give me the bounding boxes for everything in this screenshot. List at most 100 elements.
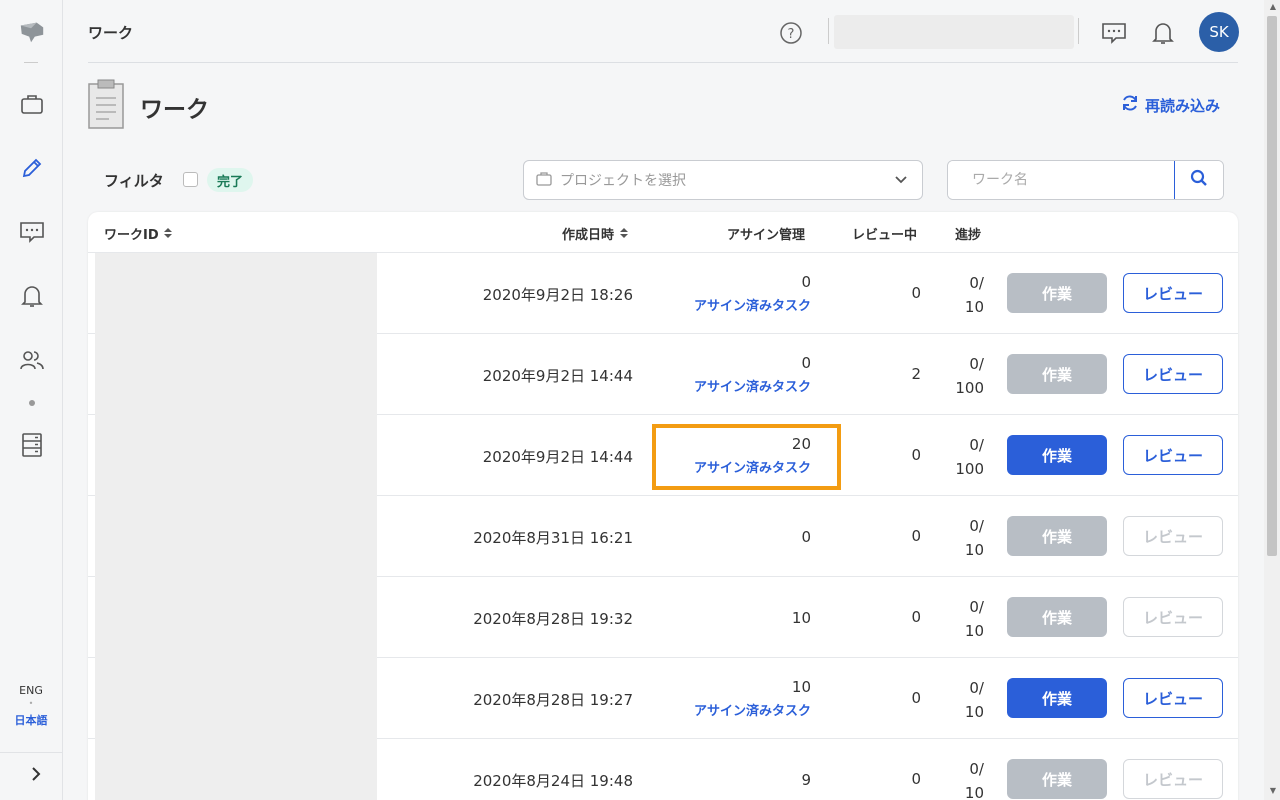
review-button[interactable]: レビュー bbox=[1123, 354, 1223, 394]
assign-count: 10 bbox=[791, 609, 811, 627]
work-button[interactable]: 作業 bbox=[1007, 597, 1107, 637]
reload-label: 再読み込み bbox=[1145, 96, 1221, 115]
notification-bell-icon[interactable] bbox=[1150, 20, 1176, 46]
assigned-tasks-link[interactable]: アサイン済みタスク bbox=[648, 700, 811, 719]
pencil-icon[interactable] bbox=[18, 154, 46, 182]
help-icon[interactable]: ? bbox=[778, 20, 804, 46]
progress-done: 0/ bbox=[969, 517, 984, 535]
assign-count: 9 bbox=[801, 771, 811, 789]
created-date: 2020年9月2日 14:44 bbox=[482, 367, 633, 385]
top-bar: ワーク ? SK bbox=[88, 0, 1239, 63]
chat-icon[interactable] bbox=[18, 218, 46, 246]
table-row: 2020年8月28日 19:27 10 アサイン済みタスク 0 0/10 作業 レビュー bbox=[88, 658, 1238, 739]
progress-done: 0/ bbox=[969, 679, 984, 697]
work-button[interactable]: 作業 bbox=[1007, 354, 1107, 394]
assign-cell: 0 bbox=[648, 527, 811, 546]
work-button[interactable]: 作業 bbox=[1007, 435, 1107, 475]
top-separator bbox=[828, 18, 829, 44]
progress-done: 0/ bbox=[969, 436, 984, 454]
scroll-up-icon[interactable]: ▲ bbox=[1270, 2, 1276, 11]
table-row: 2020年8月31日 16:21 0 0 0/10 作業 レビュー bbox=[88, 496, 1238, 577]
message-icon[interactable] bbox=[1101, 20, 1127, 46]
top-separator bbox=[1078, 18, 1079, 44]
table-row: 2020年9月2日 18:26 0 アサイン済みタスク 0 0/10 作業 レビュー bbox=[88, 253, 1238, 334]
in-review-count: 0 bbox=[911, 446, 921, 464]
lang-japanese[interactable]: 日本語 bbox=[0, 712, 62, 728]
project-name-placeholder bbox=[834, 15, 1074, 49]
completed-badge[interactable]: 完了 bbox=[207, 168, 254, 192]
assigned-tasks-link[interactable]: アサイン済みタスク bbox=[648, 295, 811, 314]
assigned-tasks-link[interactable]: アサイン済みタスク bbox=[648, 376, 811, 395]
work-id-cell[interactable] bbox=[95, 658, 377, 739]
progress-cell: 0/10 bbox=[948, 676, 984, 724]
users-icon[interactable] bbox=[18, 346, 46, 374]
work-id-cell[interactable] bbox=[95, 253, 377, 334]
work-button[interactable]: 作業 bbox=[1007, 273, 1107, 313]
work-name-input[interactable] bbox=[948, 161, 1175, 199]
table-row: 2020年8月24日 19:48 9 0 0/10 作業 レビュー bbox=[88, 739, 1238, 800]
expand-sidebar-icon[interactable] bbox=[30, 766, 42, 787]
project-select[interactable]: プロジェクトを選択 bbox=[523, 160, 923, 200]
table-row: 2020年8月28日 19:32 10 0 0/10 作業 レビュー bbox=[88, 577, 1238, 658]
column-header-created[interactable]: 作成日時 bbox=[562, 224, 629, 243]
progress-total: 100 bbox=[955, 460, 984, 478]
created-date: 2020年8月28日 19:27 bbox=[473, 691, 633, 709]
completed-checkbox[interactable] bbox=[183, 172, 198, 187]
refresh-icon bbox=[1121, 94, 1139, 116]
column-header-assign: アサイン管理 bbox=[727, 228, 806, 243]
work-id-cell[interactable] bbox=[95, 739, 377, 800]
reload-button[interactable]: 再読み込み bbox=[1121, 94, 1220, 116]
user-avatar[interactable]: SK bbox=[1199, 12, 1239, 52]
work-search bbox=[947, 160, 1224, 200]
work-id-cell[interactable] bbox=[95, 496, 377, 577]
clipboard-icon bbox=[87, 78, 125, 134]
assign-count: 0 bbox=[801, 273, 811, 291]
progress-done: 0/ bbox=[969, 598, 984, 616]
created-date: 2020年8月31日 16:21 bbox=[473, 529, 633, 547]
review-button[interactable]: レビュー bbox=[1123, 516, 1223, 556]
review-button[interactable]: レビュー bbox=[1123, 678, 1223, 718]
breadcrumb: ワーク bbox=[88, 24, 134, 42]
in-review-count: 0 bbox=[911, 689, 921, 707]
work-button[interactable]: 作業 bbox=[1007, 516, 1107, 556]
briefcase-icon[interactable] bbox=[18, 90, 46, 118]
progress-total: 10 bbox=[964, 703, 984, 721]
logo-icon[interactable] bbox=[18, 18, 46, 46]
in-review-count: 0 bbox=[911, 284, 921, 302]
work-button[interactable]: 作業 bbox=[1007, 678, 1107, 718]
review-button[interactable]: レビュー bbox=[1123, 273, 1223, 313]
sort-icon bbox=[619, 228, 629, 243]
assign-cell: 10 bbox=[648, 608, 811, 627]
work-id-cell[interactable] bbox=[95, 415, 377, 496]
storage-icon[interactable] bbox=[18, 431, 46, 459]
highlight-box bbox=[652, 424, 841, 490]
progress-cell: 0/100 bbox=[948, 433, 984, 481]
work-id-cell[interactable] bbox=[95, 577, 377, 658]
work-button[interactable]: 作業 bbox=[1007, 759, 1107, 799]
progress-done: 0/ bbox=[969, 760, 984, 778]
column-header-work-id[interactable]: ワークID bbox=[104, 224, 173, 243]
scroll-down-icon[interactable]: ▼ bbox=[1270, 786, 1276, 795]
scroll-thumb[interactable] bbox=[1267, 16, 1277, 556]
review-button[interactable]: レビュー bbox=[1123, 597, 1223, 637]
in-review-count: 0 bbox=[911, 770, 921, 788]
created-date: 2020年9月2日 14:44 bbox=[482, 448, 633, 466]
review-button[interactable]: レビュー bbox=[1123, 435, 1223, 475]
review-button[interactable]: レビュー bbox=[1123, 759, 1223, 799]
bell-icon[interactable] bbox=[18, 282, 46, 310]
sidebar-bottom-divider bbox=[0, 752, 62, 753]
progress-total: 10 bbox=[964, 784, 984, 800]
created-date: 2020年9月2日 18:26 bbox=[482, 286, 633, 304]
search-button[interactable] bbox=[1174, 161, 1223, 199]
progress-total: 10 bbox=[964, 622, 984, 640]
scrollbar[interactable]: ▲ ▼ bbox=[1264, 0, 1280, 800]
lang-english[interactable]: ENG bbox=[0, 684, 62, 697]
column-header-progress: 進捗 bbox=[955, 228, 982, 243]
chevron-down-icon bbox=[894, 172, 908, 191]
search-icon bbox=[1190, 169, 1208, 191]
in-review-count: 0 bbox=[911, 608, 921, 626]
filter-label: フィルタ bbox=[104, 172, 164, 190]
work-id-cell[interactable] bbox=[95, 334, 377, 415]
progress-total: 10 bbox=[964, 541, 984, 559]
progress-total: 10 bbox=[964, 298, 984, 316]
